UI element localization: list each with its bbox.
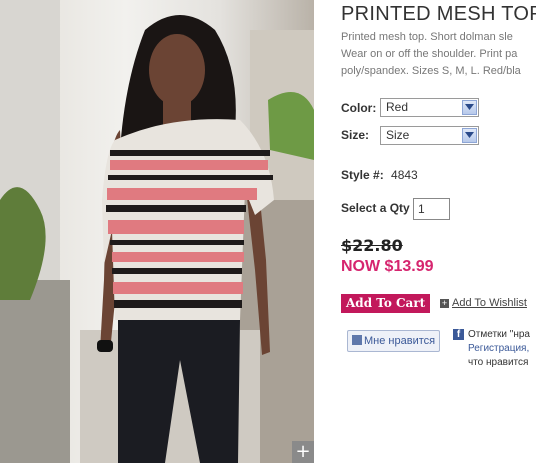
color-select[interactable]: Red [380, 98, 479, 117]
size-label: Size: [341, 128, 370, 142]
size-row: Size: [341, 128, 369, 142]
style-number: 4843 [391, 168, 418, 182]
product-description: Printed mesh top. Short dolman sle Wear … [341, 29, 536, 80]
model-illustration [0, 0, 314, 463]
qty-input[interactable]: 1 [413, 198, 450, 220]
qty-row: Select a Qty 1 [341, 198, 450, 220]
thumbs-up-icon [352, 335, 362, 345]
chevron-down-icon [462, 100, 477, 115]
description-line: Printed mesh top. Short dolman sle [341, 31, 513, 43]
color-label: Color: [341, 101, 377, 115]
description-line: poly/spandex. Sizes S, M, L. Red/bla [341, 65, 521, 77]
facebook-icon: f [453, 329, 464, 340]
fb-line: что нравится [468, 357, 529, 368]
size-select[interactable]: Size [380, 126, 479, 145]
description-line: Wear on or off the shoulder. Print pa [341, 48, 518, 60]
wishlist-label: Add To Wishlist [452, 297, 527, 309]
style-row: Style #: 4843 [341, 168, 418, 182]
plus-icon: + [440, 298, 449, 308]
product-title: PRINTED MESH TOP [341, 3, 536, 25]
fb-line: Отметки "нра [468, 329, 530, 340]
add-to-wishlist-link[interactable]: + Add To Wishlist [440, 297, 527, 309]
facebook-like-button[interactable]: Мне нравится [347, 330, 441, 352]
color-row: Color: [341, 101, 376, 115]
fb-register-link[interactable]: Регистрация, [468, 342, 530, 356]
qty-label: Select a Qty [341, 201, 410, 215]
product-details: PRINTED MESH TOP Printed mesh top. Short… [341, 0, 536, 463]
old-price: $22.80 [341, 236, 403, 255]
add-to-cart-button[interactable]: Add To Cart [341, 294, 431, 313]
chevron-down-icon [462, 128, 477, 143]
facebook-like-info: f Отметки "нра Регистрация, что нравится [453, 328, 530, 370]
product-photo[interactable]: + [0, 0, 314, 463]
style-label: Style #: [341, 168, 384, 182]
color-select-value: Red [386, 100, 409, 114]
like-label: Мне нравится [364, 335, 436, 347]
zoom-icon[interactable]: + [292, 441, 314, 463]
sale-price: NOW $13.99 [341, 258, 434, 275]
size-select-value: Size [386, 128, 410, 142]
